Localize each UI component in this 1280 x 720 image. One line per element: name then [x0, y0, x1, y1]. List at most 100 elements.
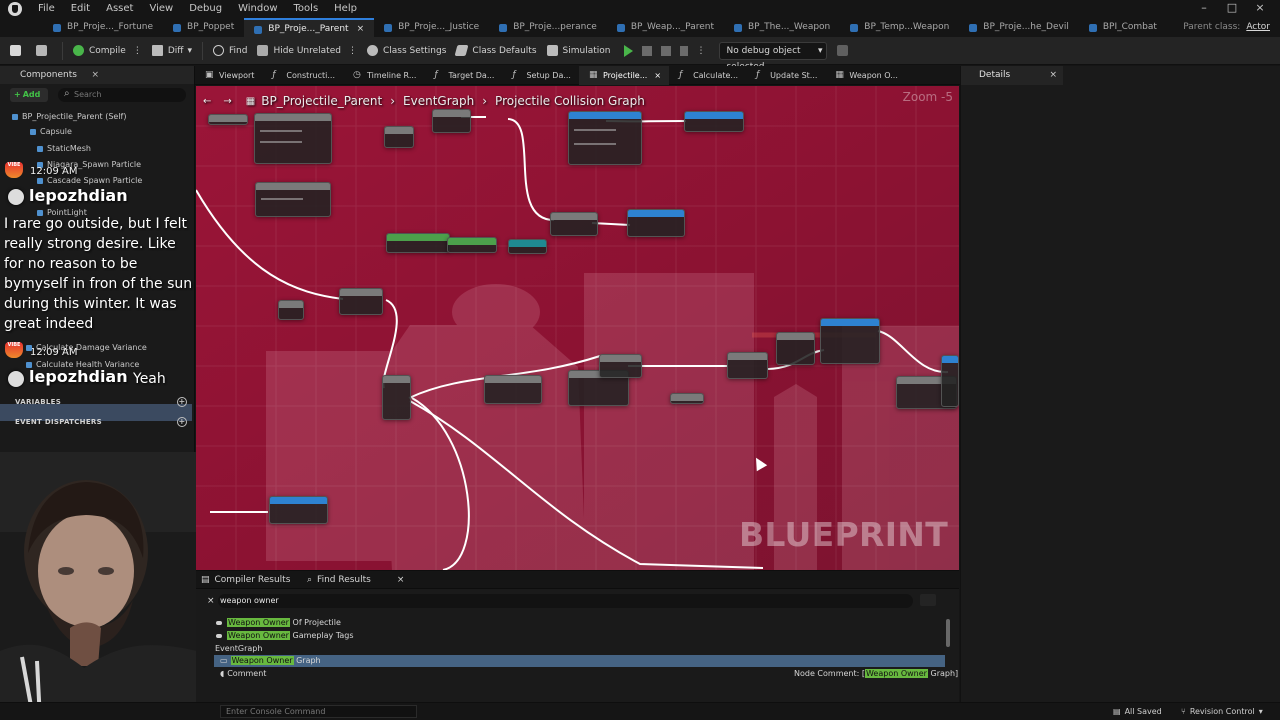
find-result-group[interactable]: EventGraph: [215, 644, 262, 653]
graph-node[interactable]: [670, 393, 704, 404]
stop-icon[interactable]: [661, 45, 672, 56]
tab-setup-data[interactable]: ƒ Setup Da...: [502, 66, 579, 85]
find-in-all-blueprints-icon[interactable]: [920, 594, 936, 606]
set-node[interactable]: [386, 233, 450, 253]
play-options-icon[interactable]: ⋮: [696, 37, 705, 65]
add-dispatcher-icon[interactable]: +: [177, 417, 187, 427]
parent-class-link[interactable]: Actor: [1246, 22, 1270, 32]
find-result-row[interactable]: Weapon Owner Of Projectile: [216, 618, 341, 627]
tab-timeline[interactable]: ◷ Timeline R...: [343, 66, 424, 85]
selected-result-row[interactable]: [214, 655, 945, 667]
blueprint-graph-canvas[interactable]: ← → ▦ BP_Projectile_Parent › EventGraph …: [196, 86, 959, 570]
step-icon[interactable]: [642, 45, 653, 56]
doc-tab-active[interactable]: BP_Proje..._Parent ×: [244, 18, 375, 37]
results-scrollbar[interactable]: [946, 619, 950, 647]
debug-filter-icon[interactable]: [837, 37, 853, 65]
close-icon[interactable]: ×: [91, 66, 99, 84]
close-tab-icon[interactable]: ×: [397, 575, 405, 585]
details-tab[interactable]: Details ×: [961, 66, 1063, 85]
skip-icon[interactable]: [680, 45, 689, 56]
menu-asset[interactable]: Asset: [98, 0, 141, 18]
branch-node[interactable]: [339, 288, 383, 315]
add-component-button[interactable]: + Add: [10, 88, 48, 102]
apply-damage-node[interactable]: [568, 111, 642, 165]
or-node[interactable]: [384, 126, 414, 148]
compile-button[interactable]: Compile ⋮: [73, 37, 142, 65]
tab-calculate[interactable]: ƒ Calculate...: [669, 66, 746, 85]
graph-node[interactable]: [941, 355, 959, 407]
apply-condition-node[interactable]: [820, 318, 880, 364]
class-defaults-button[interactable]: Class Defaults: [454, 37, 537, 65]
graph-node[interactable]: [776, 332, 815, 365]
find-result-row[interactable]: Weapon Owner Gameplay Tags: [216, 631, 354, 640]
tab-compiler-results[interactable]: ▤ Compiler Results: [201, 571, 290, 589]
function-calculate-damage[interactable]: Calculate Damage Variance: [26, 343, 147, 352]
tree-item-self[interactable]: BP_Projectile_Parent (Self): [11, 112, 126, 121]
clear-search-icon[interactable]: ×: [207, 596, 215, 606]
branch-node[interactable]: [727, 352, 768, 379]
menu-edit[interactable]: Edit: [63, 0, 98, 18]
event-dispatchers-section[interactable]: EVENT DISPATCHERS +: [0, 413, 195, 431]
graph-node[interactable]: [208, 114, 248, 125]
close-window-icon[interactable]: ×: [1246, 0, 1274, 16]
tab-target-data[interactable]: ƒ Target Da...: [424, 66, 502, 85]
branch-node[interactable]: [550, 212, 598, 236]
graph-node[interactable]: [484, 375, 542, 404]
minimize-icon[interactable]: –: [1190, 0, 1218, 16]
branch-node[interactable]: [432, 109, 471, 133]
all-saved-status[interactable]: ▤ All Saved: [1113, 703, 1162, 720]
doc-tab[interactable]: BPI_Combat: [1079, 18, 1167, 37]
browse-button[interactable]: [36, 37, 52, 65]
hide-unrelated-button[interactable]: Hide Unrelated ⋮: [257, 37, 357, 65]
tree-item-static-mesh[interactable]: StaticMesh: [37, 144, 91, 153]
menu-tools[interactable]: Tools: [286, 0, 327, 18]
unreal-logo-icon[interactable]: [8, 2, 22, 16]
breadcrumb-item[interactable]: EventGraph: [403, 94, 474, 108]
tree-item-capsule[interactable]: Capsule: [30, 127, 72, 136]
or-node[interactable]: [278, 300, 304, 320]
breadcrumb-item[interactable]: BP_Projectile_Parent: [261, 94, 382, 108]
find-input[interactable]: weapon owner: [218, 594, 913, 608]
tab-viewport[interactable]: ▣ Viewport: [195, 66, 262, 85]
menu-file[interactable]: File: [30, 0, 63, 18]
close-icon[interactable]: ×: [1049, 66, 1057, 85]
graph-node[interactable]: [254, 113, 332, 164]
simulation-button[interactable]: Simulation: [546, 37, 610, 65]
find-result-row[interactable]: ▭ Weapon Owner Graph: [220, 656, 321, 665]
variables-section[interactable]: VARIABLES +: [0, 393, 195, 411]
doc-tab[interactable]: BP_Proje..._Justice: [374, 18, 489, 37]
maximize-icon[interactable]: □: [1218, 0, 1246, 16]
revision-control-status[interactable]: ⑂ Revision Control ▾: [1181, 703, 1263, 720]
menu-view[interactable]: View: [141, 0, 181, 18]
close-tab-icon[interactable]: ×: [654, 71, 661, 80]
tab-weapon-owner[interactable]: ▦ Weapon O...: [825, 66, 905, 85]
projectile-hit-node[interactable]: [627, 209, 685, 237]
breadcrumb-item[interactable]: Projectile Collision Graph: [495, 94, 645, 108]
menu-window[interactable]: Window: [230, 0, 285, 18]
play-icon[interactable]: [624, 44, 634, 57]
find-button[interactable]: Find: [212, 37, 247, 65]
diff-button[interactable]: Diff ▾: [151, 37, 192, 65]
add-variable-icon[interactable]: +: [177, 397, 187, 407]
more-options-icon[interactable]: ⋮: [348, 46, 357, 56]
tab-update-stats[interactable]: ƒ Update St...: [746, 66, 825, 85]
tab-construction-script[interactable]: ƒ Constructi...: [262, 66, 343, 85]
graph-node[interactable]: [255, 182, 331, 217]
graph-node[interactable]: [684, 111, 744, 132]
vector-length-node[interactable]: [447, 237, 497, 253]
doc-tab[interactable]: BP_Proje...he_Devil: [959, 18, 1079, 37]
save-button[interactable]: [10, 37, 26, 65]
tab-find-results[interactable]: ⌕ Find Results ×: [307, 571, 404, 589]
menu-debug[interactable]: Debug: [181, 0, 230, 18]
doc-tab[interactable]: BP_The..._Weapon: [724, 18, 840, 37]
sequence-node[interactable]: [382, 375, 411, 420]
console-command-input[interactable]: Enter Console Command: [220, 705, 417, 718]
components-search-input[interactable]: Search: [58, 87, 186, 102]
doc-tab[interactable]: BP_Weap..._Parent: [607, 18, 724, 37]
doc-tab[interactable]: BP_Proje...perance: [489, 18, 607, 37]
tree-item-cascade[interactable]: Cascade Spawn Particle: [36, 176, 142, 185]
compile-options-icon[interactable]: ⋮: [133, 46, 142, 56]
class-settings-button[interactable]: Class Settings: [366, 37, 446, 65]
arrow-forward-icon[interactable]: →: [223, 96, 231, 107]
tab-projectile-collision[interactable]: ▦ Projectile... ×: [578, 65, 670, 85]
